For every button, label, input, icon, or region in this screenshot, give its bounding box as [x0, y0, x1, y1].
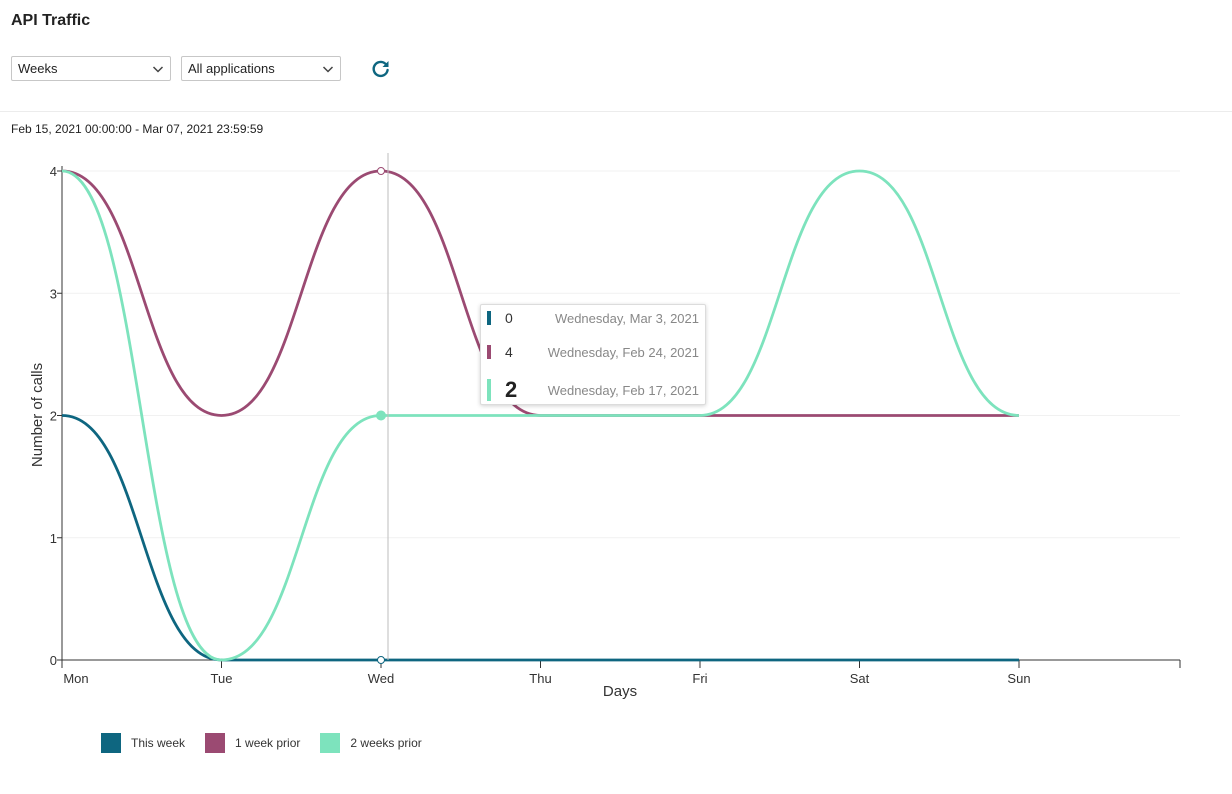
y-tick-label: 1: [50, 531, 57, 546]
tooltip-swatch: [487, 379, 491, 401]
y-tick-label: 3: [50, 286, 57, 301]
legend-swatch: [101, 733, 121, 753]
y-axis-title: Number of calls: [29, 363, 46, 467]
chart-legend: This week 1 week prior 2 weeks prior: [101, 733, 442, 753]
tooltip-swatch: [487, 345, 491, 359]
x-tick-label: Thu: [529, 671, 551, 686]
hover-marker: [377, 167, 385, 175]
traffic-chart: 0 1 2 3 4 Mon Tue Wed Thu Fri Sat Sun Days Number o…: [0, 140, 1232, 720]
legend-label: This week: [131, 736, 186, 750]
legend-item-this-week[interactable]: This week: [101, 733, 185, 753]
y-tick-label: 0: [50, 653, 57, 668]
chart-svg: 0 1 2 3 4 Mon Tue Wed Thu Fri Sat Sun Days Number o…: [29, 153, 1181, 700]
x-axis-title: Days: [603, 683, 637, 700]
period-select[interactable]: Weeks: [11, 56, 171, 81]
legend-swatch: [320, 733, 341, 753]
tooltip-value: 4: [505, 344, 513, 360]
x-tick-label: Tue: [211, 671, 233, 686]
legend-item-2-weeks-prior[interactable]: 2 weeks prior: [320, 733, 422, 753]
legend-item-1-week-prior[interactable]: 1 week prior: [205, 733, 300, 753]
period-select-value: Weeks: [18, 61, 58, 76]
tooltip-date: Wednesday, Feb 24, 2021: [547, 344, 699, 360]
tooltip-date: Wednesday, Feb 17, 2021: [547, 382, 699, 398]
hover-layer: [376, 153, 389, 664]
application-select-value: All applications: [188, 61, 275, 76]
tooltip-row: 0 Wednesday, Mar 3, 2021: [487, 310, 699, 326]
refresh-icon[interactable]: [370, 58, 392, 80]
toolbar: Weeks All applications: [11, 56, 389, 81]
legend-label: 1 week prior: [235, 736, 301, 750]
y-tick-label: 2: [50, 409, 57, 424]
x-tick-label: Sat: [850, 671, 870, 686]
x-tick-label: Sun: [1007, 671, 1030, 686]
tooltip-value: 2: [505, 377, 518, 402]
y-tick-label: 4: [50, 164, 57, 179]
hover-marker: [376, 410, 386, 421]
hover-marker: [377, 656, 385, 664]
date-range: Feb 15, 2021 00:00:00 - Mar 07, 2021 23:…: [11, 122, 264, 136]
x-tick-label: Wed: [368, 671, 395, 686]
legend-swatch: [205, 733, 226, 753]
page-title: API Traffic: [11, 12, 91, 29]
x-tick-label: Fri: [692, 671, 707, 686]
legend-label: 2 weeks prior: [350, 736, 422, 750]
tooltip-date: Wednesday, Mar 3, 2021: [554, 310, 699, 326]
x-tick-label: Mon: [63, 671, 88, 686]
tooltip-row: 4 Wednesday, Feb 24, 2021: [487, 344, 699, 360]
chevron-down-icon: [152, 66, 164, 73]
tooltip-value: 0: [505, 310, 513, 326]
axes: 0 1 2 3 4 Mon Tue Wed Thu Fri Sat Sun: [50, 164, 1181, 686]
chart-tooltip: 0 Wednesday, Mar 3, 2021 4 Wednesday, Fe…: [480, 304, 706, 405]
divider: [0, 111, 1232, 112]
application-select[interactable]: All applications: [181, 56, 341, 81]
tooltip-row: 2 Wednesday, Feb 17, 2021: [487, 377, 699, 403]
chevron-down-icon: [322, 66, 334, 73]
tooltip-swatch: [487, 311, 491, 325]
